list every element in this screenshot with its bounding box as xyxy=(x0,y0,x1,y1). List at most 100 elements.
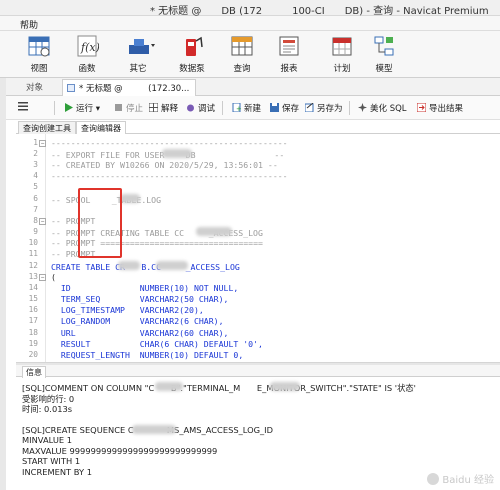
ribbon-data-pump-button[interactable]: 数据泵 xyxy=(172,33,212,77)
toolbar-separator xyxy=(349,101,350,115)
report-icon xyxy=(277,34,301,58)
export-results-button[interactable]: 导出结果 xyxy=(416,102,464,114)
view-grid-icon xyxy=(27,34,51,58)
line-number: 19 xyxy=(28,339,38,348)
line-number: 7 xyxy=(33,205,38,214)
function-icon: f(x) xyxy=(75,34,100,58)
redacted-text xyxy=(120,194,140,203)
output-line: START WITH 1 xyxy=(22,456,81,467)
ribbon-view-button[interactable]: 视图 xyxy=(19,33,59,77)
code-line: ----------------------------------------… xyxy=(51,171,288,181)
code-line: TERM_SEQ VARCHAR2(50 CHAR), xyxy=(51,294,229,304)
line-number: 3 xyxy=(33,160,38,169)
line-number: 15 xyxy=(28,294,38,303)
tab-query-editor[interactable]: 查询编辑器 xyxy=(76,121,126,135)
ribbon-model-button[interactable]: 模型 xyxy=(364,33,404,77)
save-as-icon xyxy=(304,102,314,113)
explain-label: 解释 xyxy=(161,104,179,114)
ribbon-data-pump-label: 数据泵 xyxy=(179,64,205,74)
ribbon-query-button[interactable]: 查询 xyxy=(222,33,262,77)
code-line: ( xyxy=(51,272,56,282)
watermark-text: Baidu 经验 xyxy=(442,475,494,486)
save-button[interactable]: 保存 xyxy=(270,102,299,114)
redacted-text xyxy=(118,261,140,270)
line-number-gutter: 1 2 3 4 5 6 7 8 9 10 11 12 13 14 15 16 1… xyxy=(16,134,46,362)
line-number: 10 xyxy=(28,238,38,247)
tab-info[interactable]: 信息 xyxy=(22,366,46,378)
tab-query-builder[interactable]: 查询创建工具 xyxy=(18,121,76,134)
run-button[interactable]: 运行 ▾ xyxy=(64,102,100,114)
baidu-paw-icon xyxy=(427,473,440,485)
line-number: 6 xyxy=(33,194,38,203)
beautify-sql-button[interactable]: 美化 SQL xyxy=(358,102,407,114)
toolbar-separator xyxy=(54,101,55,115)
output-line: 受影响的行: 0 xyxy=(22,393,75,404)
redacted-text xyxy=(155,382,183,391)
code-line: -- CREATED BY W10266 ON 2020/5/29, 13:56… xyxy=(51,160,278,170)
ribbon-schedule-button[interactable]: 计划 xyxy=(322,33,362,77)
calendar-icon xyxy=(330,34,354,58)
new-label: 新建 xyxy=(244,104,262,114)
fold-toggle-icon[interactable]: − xyxy=(39,218,46,225)
save-as-button[interactable]: 另存为 xyxy=(304,102,343,114)
redacted-text xyxy=(162,149,192,158)
output-line: 时间: 0.013s xyxy=(22,404,73,415)
line-number: 17 xyxy=(28,316,38,325)
play-icon xyxy=(64,103,73,112)
save-icon xyxy=(270,103,279,112)
fold-toggle-icon[interactable]: − xyxy=(39,140,46,147)
line-number: 9 xyxy=(33,227,38,236)
tab-query[interactable]: * 无标题 @ (172.30... xyxy=(62,79,197,96)
ribbon-toolbar: 视图 f(x) 函数 其它 数据泵 查询 报表 计划 模型 xyxy=(0,31,500,78)
window-title: * 无标题 @ DB (172 100-CI DB) - 查询 - Navica… xyxy=(150,6,489,17)
menu-icon[interactable] xyxy=(18,102,28,114)
tab-objects[interactable]: 对象 xyxy=(26,81,43,93)
code-line: LOG_TIMESTAMP VARCHAR2(20), xyxy=(51,305,204,315)
new-button[interactable]: + 新建 xyxy=(232,102,261,114)
export-icon xyxy=(416,102,427,113)
export-label: 导出结果 xyxy=(429,104,464,114)
explain-icon xyxy=(148,102,159,113)
menu-bar: 帮助 xyxy=(0,16,500,31)
code-line: CREATE TABLE CR B.CC _ACCESS_LOG xyxy=(51,262,240,272)
watermark: Baidu 经验 xyxy=(427,471,494,486)
ribbon-schedule-label: 计划 xyxy=(333,64,351,74)
line-number: 12 xyxy=(28,261,38,270)
ribbon-report-button[interactable]: 报表 xyxy=(269,33,309,77)
ribbon-function-button[interactable]: f(x) 函数 xyxy=(67,33,107,77)
menu-help[interactable]: 帮助 xyxy=(20,18,38,31)
debug-icon xyxy=(186,103,195,112)
line-number: 18 xyxy=(28,328,38,337)
line-number: 14 xyxy=(28,283,38,292)
highlight-box xyxy=(78,188,122,258)
redacted-text xyxy=(196,227,232,236)
sql-editor[interactable]: 1 2 3 4 5 6 7 8 9 10 11 12 13 14 15 16 1… xyxy=(16,134,500,362)
code-line: REQUEST_LENGTH NUMBER(10) DEFAULT 0, xyxy=(51,350,244,360)
line-number: 2 xyxy=(33,149,38,158)
fold-toggle-icon[interactable]: − xyxy=(39,274,46,281)
ribbon-function-label: 函数 xyxy=(78,64,96,74)
ribbon-other-button[interactable]: 其它 xyxy=(118,33,158,77)
line-number: 1 xyxy=(33,138,38,147)
stop-button[interactable]: 停止 xyxy=(114,102,143,114)
result-tab-bar: 信息 xyxy=(16,365,500,378)
query-grid-icon xyxy=(230,34,254,58)
line-number: 8 xyxy=(33,216,38,225)
model-icon xyxy=(372,34,396,58)
ribbon-query-label: 查询 xyxy=(233,64,251,74)
new-icon: + xyxy=(232,102,242,113)
line-number: 16 xyxy=(28,305,38,314)
line-number: 4 xyxy=(33,171,38,180)
ribbon-view-label: 视图 xyxy=(30,64,48,74)
code-line: RESULT CHAR(6 CHAR) DEFAULT '0', xyxy=(51,339,263,349)
line-number: 13 xyxy=(28,272,38,281)
debug-button[interactable]: 调试 xyxy=(186,102,215,114)
object-tab-bar: 对象 * 无标题 @ (172.30... xyxy=(6,78,500,96)
explain-button[interactable]: 解释 xyxy=(148,102,179,114)
line-number: 5 xyxy=(33,182,38,191)
left-panel-edge xyxy=(0,78,6,490)
redacted-text xyxy=(156,261,188,270)
output-line: MINVALUE 1 xyxy=(22,434,73,445)
output-line: [SQL]CREATE SEQUENCE C MS_AMS_ACCESS_LOG… xyxy=(22,425,274,436)
